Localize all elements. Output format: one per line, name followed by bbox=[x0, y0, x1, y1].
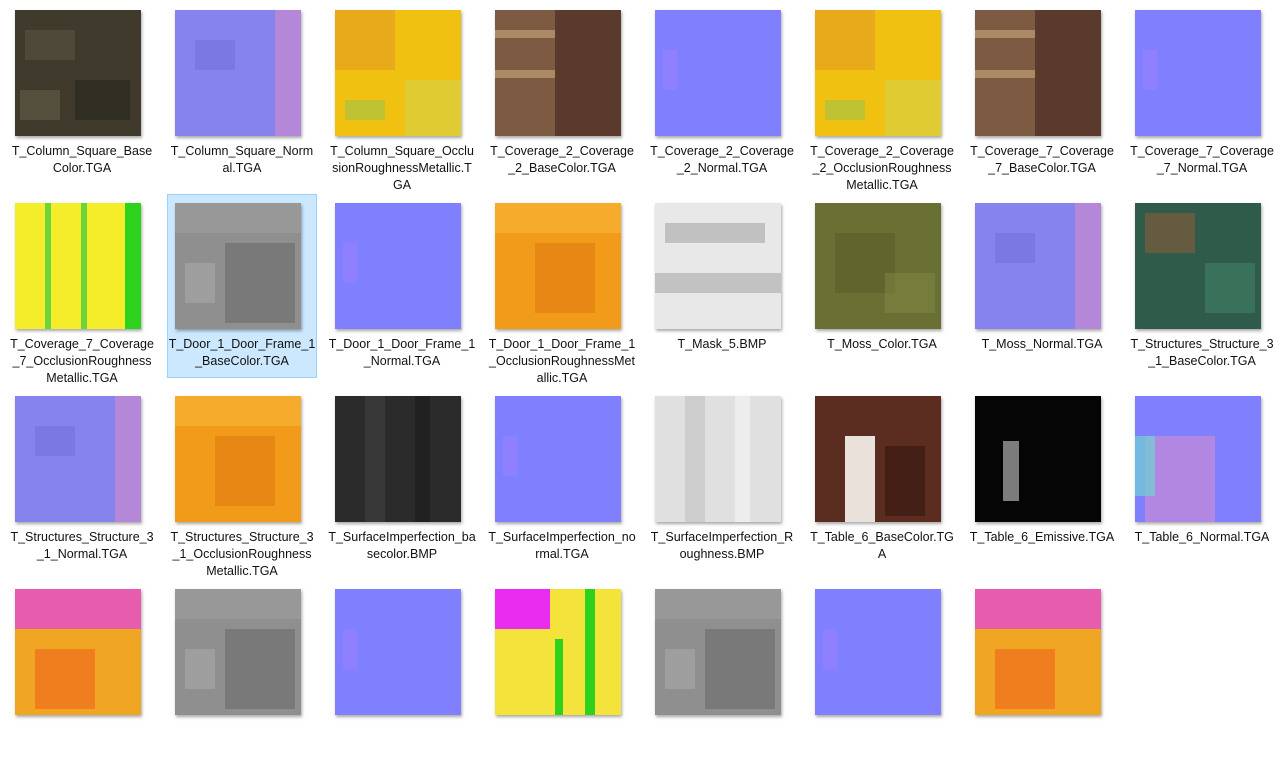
file-name-label: T_Table_6_Emissive.TGA bbox=[969, 530, 1115, 544]
file-item[interactable]: T_Structures_Structure_3_1_Normal.TGA bbox=[7, 387, 157, 571]
file-name-label: T_Structures_Structure_3_1_OcclusionRoug… bbox=[170, 530, 314, 578]
file-name-label: T_Column_Square_Normal.TGA bbox=[170, 144, 314, 175]
file-item[interactable]: T_Door_1_Door_Frame_1_BaseColor.TGA bbox=[167, 194, 317, 378]
file-name-label: T_Door_1_Door_Frame_1_OcclusionRoughness… bbox=[488, 337, 636, 385]
file-name-label: T_Structures_Structure_3_1_Normal.TGA bbox=[10, 530, 154, 561]
texture-thumbnail bbox=[815, 203, 941, 329]
file-item[interactable]: T_Moss_Normal.TGA bbox=[967, 194, 1117, 378]
file-name-label: T_Door_1_Door_Frame_1_Normal.TGA bbox=[328, 337, 476, 368]
texture-thumbnail bbox=[495, 203, 621, 329]
file-item[interactable]: T_Structures_Structure_3_1_OcclusionRoug… bbox=[167, 387, 317, 578]
file-item[interactable] bbox=[647, 580, 797, 764]
texture-thumbnail bbox=[655, 10, 781, 136]
texture-thumbnail bbox=[175, 203, 301, 329]
file-item[interactable] bbox=[327, 580, 477, 764]
texture-thumbnail bbox=[1135, 203, 1261, 329]
texture-thumbnail bbox=[495, 396, 621, 522]
file-name-label: T_Coverage_7_Coverage_7_BaseColor.TGA bbox=[970, 144, 1114, 175]
file-name-label: T_Structures_Structure_3_1_BaseColor.TGA bbox=[1130, 337, 1274, 368]
file-item[interactable]: T_Coverage_2_Coverage_2_OcclusionRoughne… bbox=[807, 1, 957, 192]
texture-thumbnail bbox=[15, 396, 141, 522]
file-thumbnail-grid: T_Column_Square_BaseColor.TGA T_Column_Sq… bbox=[0, 0, 1280, 720]
file-name-label: T_Column_Square_BaseColor.TGA bbox=[11, 144, 153, 175]
file-name-label: T_Coverage_2_Coverage_2_BaseColor.TGA bbox=[490, 144, 634, 175]
file-item[interactable]: T_Door_1_Door_Frame_1_OcclusionRoughness… bbox=[487, 194, 637, 385]
texture-thumbnail bbox=[815, 589, 941, 715]
file-name-label: T_SurfaceImperfection_Roughness.BMP bbox=[650, 530, 794, 561]
texture-thumbnail bbox=[335, 10, 461, 136]
texture-thumbnail bbox=[1135, 10, 1261, 136]
file-item[interactable] bbox=[167, 580, 317, 764]
texture-thumbnail bbox=[975, 203, 1101, 329]
file-item[interactable]: T_Column_Square_BaseColor.TGA bbox=[7, 1, 157, 185]
file-name-label: T_Coverage_7_Coverage_7_OcclusionRoughne… bbox=[10, 337, 154, 385]
file-item[interactable]: T_Coverage_2_Coverage_2_Normal.TGA bbox=[647, 1, 797, 185]
texture-thumbnail bbox=[15, 589, 141, 715]
file-item[interactable]: T_SurfaceImperfection_normal.TGA bbox=[487, 387, 637, 571]
texture-thumbnail bbox=[1135, 396, 1261, 522]
file-item[interactable]: T_Table_6_Emissive.TGA bbox=[967, 387, 1117, 571]
file-item[interactable]: T_Structures_Structure_3_1_BaseColor.TGA bbox=[1127, 194, 1277, 378]
file-item[interactable]: T_Column_Square_Normal.TGA bbox=[167, 1, 317, 185]
texture-thumbnail bbox=[335, 396, 461, 522]
texture-thumbnail bbox=[175, 396, 301, 522]
file-item[interactable]: T_Coverage_7_Coverage_7_OcclusionRoughne… bbox=[7, 194, 157, 385]
texture-thumbnail bbox=[175, 589, 301, 715]
file-item[interactable]: T_Door_1_Door_Frame_1_Normal.TGA bbox=[327, 194, 477, 378]
file-name-label: T_Door_1_Door_Frame_1_BaseColor.TGA bbox=[168, 337, 316, 368]
file-name-label: T_Mask_5.BMP bbox=[677, 337, 767, 351]
texture-thumbnail bbox=[655, 396, 781, 522]
texture-thumbnail bbox=[15, 203, 141, 329]
texture-thumbnail bbox=[655, 203, 781, 329]
file-name-label: T_Moss_Color.TGA bbox=[827, 337, 937, 351]
file-item[interactable]: T_Mask_5.BMP bbox=[647, 194, 797, 378]
file-name-label: T_SurfaceImperfection_normal.TGA bbox=[488, 530, 636, 561]
texture-thumbnail bbox=[495, 10, 621, 136]
texture-thumbnail bbox=[975, 10, 1101, 136]
file-item[interactable] bbox=[7, 580, 157, 764]
file-name-label: T_Table_6_BaseColor.TGA bbox=[810, 530, 954, 561]
file-name-label: T_SurfaceImperfection_basecolor.BMP bbox=[328, 530, 476, 561]
texture-thumbnail bbox=[495, 589, 621, 715]
file-item[interactable] bbox=[487, 580, 637, 764]
file-item[interactable]: T_Column_Square_OcclusionRoughnessMetall… bbox=[327, 1, 477, 192]
file-name-label: T_Coverage_7_Coverage_7_Normal.TGA bbox=[1130, 144, 1274, 175]
file-item[interactable]: T_Table_6_Normal.TGA bbox=[1127, 387, 1277, 571]
file-item[interactable] bbox=[807, 580, 957, 764]
texture-thumbnail bbox=[975, 589, 1101, 715]
texture-thumbnail bbox=[815, 396, 941, 522]
file-name-label: T_Moss_Normal.TGA bbox=[981, 337, 1103, 351]
file-item[interactable]: T_SurfaceImperfection_Roughness.BMP bbox=[647, 387, 797, 571]
texture-thumbnail bbox=[15, 10, 141, 136]
file-name-label: T_Table_6_Normal.TGA bbox=[1134, 530, 1270, 544]
file-item[interactable]: T_Coverage_7_Coverage_7_Normal.TGA bbox=[1127, 1, 1277, 185]
file-item[interactable]: T_Coverage_2_Coverage_2_BaseColor.TGA bbox=[487, 1, 637, 185]
file-item[interactable]: T_Moss_Color.TGA bbox=[807, 194, 957, 378]
file-item[interactable] bbox=[967, 580, 1117, 764]
file-name-label: T_Coverage_2_Coverage_2_Normal.TGA bbox=[650, 144, 794, 175]
file-item[interactable]: T_SurfaceImperfection_basecolor.BMP bbox=[327, 387, 477, 571]
texture-thumbnail bbox=[175, 10, 301, 136]
file-name-label: T_Coverage_2_Coverage_2_OcclusionRoughne… bbox=[810, 144, 954, 192]
texture-thumbnail bbox=[815, 10, 941, 136]
texture-thumbnail bbox=[335, 589, 461, 715]
file-item[interactable]: T_Coverage_7_Coverage_7_BaseColor.TGA bbox=[967, 1, 1117, 185]
texture-thumbnail bbox=[975, 396, 1101, 522]
texture-thumbnail bbox=[335, 203, 461, 329]
file-name-label: T_Column_Square_OcclusionRoughnessMetall… bbox=[330, 144, 474, 192]
texture-thumbnail bbox=[655, 589, 781, 715]
file-item[interactable]: T_Table_6_BaseColor.TGA bbox=[807, 387, 957, 571]
